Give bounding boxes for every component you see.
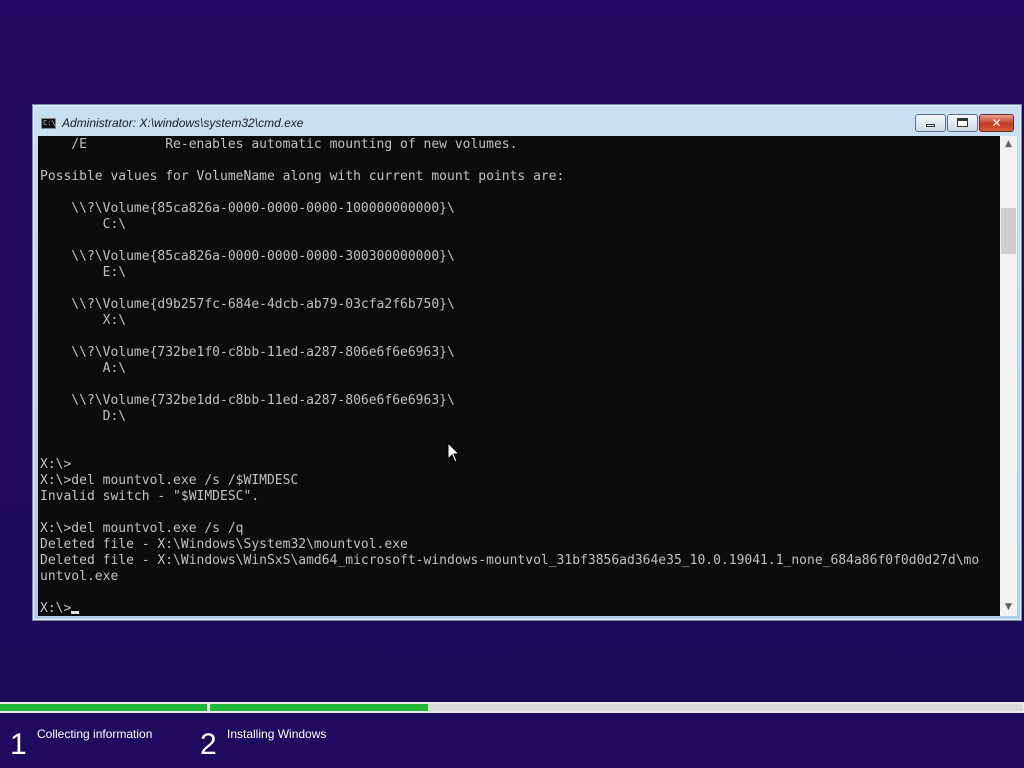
console-line: /E Re-enables automatic mounting of new … (71, 137, 518, 152)
maximize-button[interactable] (947, 114, 978, 132)
console-line: Deleted file - X:\Windows\WinSxS\amd64_m… (40, 553, 980, 568)
close-button[interactable] (979, 114, 1014, 132)
console-line: E:\ (102, 265, 127, 280)
console-line: Possible values for VolumeName along wit… (40, 169, 565, 184)
console-app-icon: C:\ (41, 118, 56, 129)
title-bar[interactable]: C:\ Administrator: X:\windows\system32\c… (33, 105, 1021, 135)
setup-progress-bar (0, 702, 1024, 713)
step-label-installing: Installing Windows (227, 727, 327, 741)
console-line: \\?\Volume{85ca826a-0000-0000-0000-10000… (71, 201, 455, 216)
progress-segment-collecting (0, 704, 207, 711)
console-line: \\?\Volume{732be1dd-c8bb-11ed-a287-806e6… (71, 393, 455, 408)
minimize-button[interactable] (915, 114, 946, 132)
step-number: 2 (200, 728, 217, 761)
scroll-up-arrow-icon[interactable]: ▲ (1000, 136, 1017, 153)
step-label-collecting: Collecting information (37, 727, 153, 741)
step-number: 1 (10, 728, 27, 761)
scroll-thumb[interactable] (1001, 208, 1016, 254)
console-line: Deleted file - X:\Windows\System32\mount… (40, 537, 408, 552)
console-line: \\?\Volume{d9b257fc-684e-4dcb-ab79-03cfa… (71, 297, 455, 312)
console-line: A:\ (102, 361, 127, 376)
console-line: C:\ (102, 217, 127, 232)
progress-segment-installing (210, 704, 1022, 711)
console-line: X:\ (102, 313, 127, 328)
console-line: X:\> (40, 457, 72, 472)
vertical-scrollbar[interactable]: ▲ ▼ (1000, 136, 1017, 616)
console-line: X:\>del mountvol.exe /s /q (40, 521, 244, 536)
cmd-window[interactable]: C:\ Administrator: X:\windows\system32\c… (32, 104, 1022, 621)
progress-fill (0, 704, 207, 711)
window-title: Administrator: X:\windows\system32\cmd.e… (62, 116, 304, 130)
console-line: X:\>del mountvol.exe /s /$WIMDESC (40, 473, 299, 488)
console-line: Invalid switch - "$WIMDESC". (40, 489, 260, 504)
progress-fill (210, 704, 428, 711)
console-line: untvol.exe (40, 569, 119, 584)
console-output[interactable]: /E Re-enables automatic mounting of new … (38, 136, 1000, 616)
console-text: /E Re-enables automatic mounting of new … (38, 136, 1000, 616)
console-line: D:\ (102, 409, 127, 424)
console-line: \\?\Volume{732be1f0-c8bb-11ed-a287-806e6… (71, 345, 455, 360)
console-prompt: X:\> (40, 601, 72, 616)
scroll-down-arrow-icon[interactable]: ▼ (1000, 599, 1017, 616)
text-cursor (71, 611, 80, 614)
console-line: \\?\Volume{85ca826a-0000-0000-0000-30030… (71, 249, 455, 264)
mouse-pointer-icon (447, 442, 461, 463)
